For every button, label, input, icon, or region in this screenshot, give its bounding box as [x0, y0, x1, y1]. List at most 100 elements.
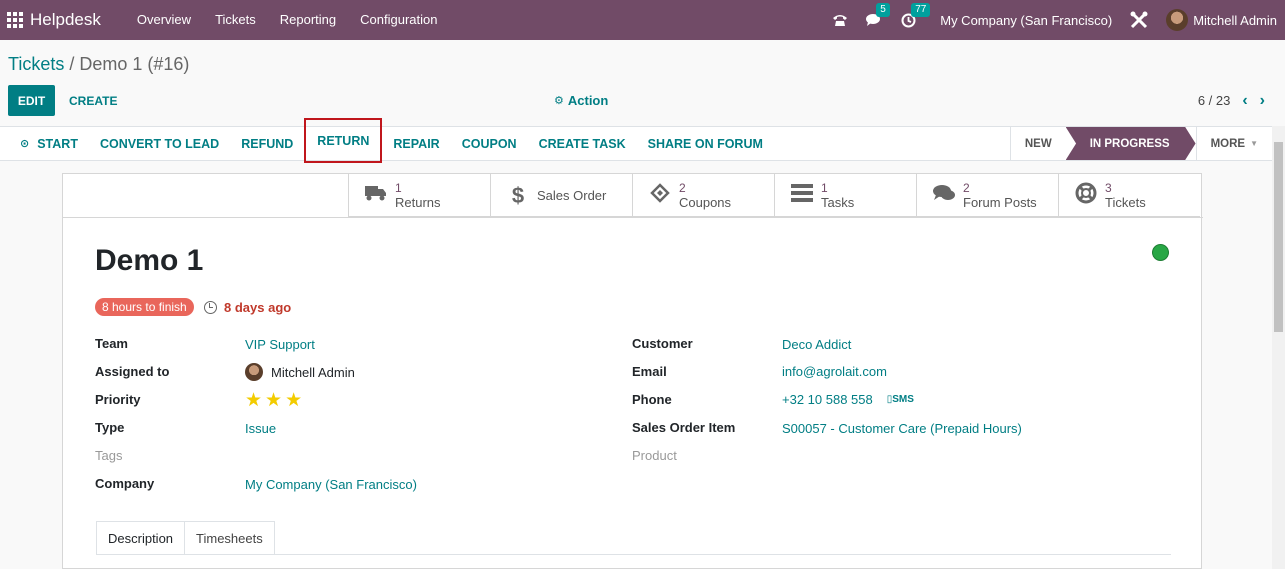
- star-icon[interactable]: ★: [285, 390, 305, 411]
- stage-more-label: MORE: [1210, 137, 1246, 150]
- action-menu[interactable]: ⚙ Action: [554, 85, 608, 116]
- coupon-button[interactable]: COUPON: [451, 126, 528, 161]
- create-button[interactable]: CREATE: [69, 85, 117, 116]
- menu-tickets[interactable]: Tickets: [203, 0, 268, 40]
- sms-label: SMS: [892, 394, 914, 405]
- phone-icon[interactable]: [832, 13, 848, 27]
- sms-button[interactable]: ▯SMS: [887, 394, 914, 405]
- priority-label: Priority: [95, 392, 141, 407]
- smart-buttons: 1 Returns $ Sales Order 2 Coupons 1 Tasks 2…: [348, 174, 1200, 217]
- main-menu: Overview Tickets Reporting Configuration: [125, 0, 450, 40]
- comments-icon: [931, 184, 957, 207]
- breadcrumb-tickets[interactable]: Tickets: [8, 54, 64, 74]
- breadcrumb-separator: /: [64, 54, 80, 74]
- company-switcher[interactable]: My Company (San Francisco): [940, 13, 1112, 28]
- stage-more[interactable]: MORE ▼: [1195, 127, 1272, 160]
- forum-posts-smart-button[interactable]: 2 Forum Posts: [916, 174, 1058, 217]
- type-label: Type: [95, 420, 125, 435]
- start-button[interactable]: ⊙ START: [0, 126, 89, 161]
- kanban-state-indicator[interactable]: [1152, 244, 1169, 261]
- caret-down-icon: ▼: [1250, 139, 1258, 148]
- phone-label: Phone: [632, 392, 672, 407]
- forum-posts-count: 2: [963, 180, 970, 195]
- company-field[interactable]: My Company (San Francisco): [245, 477, 417, 492]
- user-name: Mitchell Admin: [1193, 12, 1277, 28]
- tab-timesheets[interactable]: Timesheets: [185, 521, 275, 554]
- tasks-smart-button[interactable]: 1 Tasks: [774, 174, 916, 217]
- phone-number[interactable]: +32 10 588 558: [782, 392, 873, 407]
- email-field[interactable]: info@agrolait.com: [782, 364, 887, 379]
- tab-underline: [96, 554, 1171, 555]
- messages-badge: 5: [876, 3, 890, 17]
- activities-badge: 77: [911, 2, 931, 17]
- stage-new[interactable]: NEW: [1009, 127, 1066, 160]
- avatar: [1166, 9, 1189, 31]
- truck-icon: [363, 185, 389, 206]
- tools-icon[interactable]: [1130, 11, 1148, 29]
- product-label: Product: [632, 448, 677, 463]
- customer-field[interactable]: Deco Addict: [782, 337, 851, 352]
- create-task-button[interactable]: CREATE TASK: [528, 126, 637, 161]
- priority-stars: ★★★: [245, 389, 305, 412]
- returns-count: 1: [395, 180, 402, 195]
- deadline: 8 days ago: [204, 300, 291, 315]
- action-label: Action: [567, 93, 609, 108]
- deadline-text: 8 days ago: [224, 300, 292, 315]
- pager-previous-icon[interactable]: ‹: [1242, 92, 1247, 110]
- messages-icon[interactable]: 5: [866, 3, 890, 27]
- stage-pipeline: NEW IN PROGRESS MORE ▼: [1009, 127, 1272, 160]
- scrollbar-thumb[interactable]: [1274, 142, 1283, 332]
- form-sheet: 1 Returns $ Sales Order 2 Coupons 1 Tasks 2…: [62, 173, 1203, 569]
- type-field[interactable]: Issue: [245, 421, 276, 436]
- gear-icon: ⚙: [554, 95, 564, 107]
- apps-menu-icon[interactable]: [0, 0, 30, 40]
- tab-description[interactable]: Description: [96, 521, 186, 554]
- sales-order-smart-button[interactable]: $ Sales Order: [490, 174, 632, 217]
- return-button[interactable]: RETURN: [304, 118, 383, 163]
- sales-order-label: Sales Order: [537, 187, 607, 203]
- menu-configuration[interactable]: Configuration: [348, 0, 449, 40]
- phone-field[interactable]: +32 10 588 558 ▯SMS: [782, 392, 914, 407]
- activities-icon[interactable]: 77: [901, 2, 931, 28]
- company-label: Company: [95, 476, 155, 491]
- convert-to-lead-button[interactable]: CONVERT TO LEAD: [89, 126, 230, 161]
- form-statusbar: ⊙ START CONVERT TO LEAD REFUND RETURN RE…: [0, 118, 1272, 163]
- team-field[interactable]: VIP Support: [245, 337, 315, 352]
- pager-next-icon[interactable]: ›: [1260, 92, 1265, 110]
- star-icon[interactable]: ★: [265, 390, 285, 411]
- repair-button[interactable]: REPAIR: [382, 126, 450, 161]
- start-label: START: [37, 136, 78, 151]
- tasks-label: Tasks: [821, 194, 855, 210]
- pager-value[interactable]: 6 / 23: [1198, 93, 1231, 108]
- coupons-count: 2: [679, 180, 686, 195]
- tasks-count: 1: [821, 180, 828, 195]
- tickets-smart-button[interactable]: 3 Tickets: [1058, 174, 1200, 217]
- so-item-field[interactable]: S00057 - Customer Care (Prepaid Hours): [782, 421, 1022, 436]
- user-menu[interactable]: Mitchell Admin: [1166, 9, 1277, 31]
- breadcrumb: Tickets / Demo 1 (#16): [8, 54, 189, 75]
- lifebuoy-icon: [1073, 182, 1099, 209]
- assigned-user: Mitchell Admin: [271, 364, 355, 380]
- so-item-label: Sales Order Item: [632, 420, 736, 435]
- returns-smart-button[interactable]: 1 Returns: [348, 174, 490, 217]
- ticket-title[interactable]: Demo 1: [95, 244, 203, 278]
- coupons-smart-button[interactable]: 2 Coupons: [632, 174, 774, 217]
- stage-in-progress[interactable]: IN PROGRESS: [1065, 127, 1196, 160]
- app-name[interactable]: Helpdesk: [30, 10, 101, 30]
- email-label: Email: [632, 364, 667, 379]
- assigned-field[interactable]: Mitchell Admin: [245, 363, 355, 381]
- team-label: Team: [95, 336, 128, 351]
- share-on-forum-button[interactable]: SHARE ON FORUM: [637, 126, 774, 161]
- sla-badge: 8 hours to finish: [95, 298, 194, 316]
- edit-button[interactable]: EDIT: [8, 85, 55, 116]
- returns-label: Returns: [395, 194, 441, 210]
- refund-button[interactable]: REFUND: [230, 126, 304, 161]
- coupons-label: Coupons: [679, 194, 732, 210]
- ticket-icon: [647, 183, 673, 208]
- star-icon[interactable]: ★: [245, 390, 265, 411]
- menu-reporting[interactable]: Reporting: [268, 0, 348, 40]
- menu-overview[interactable]: Overview: [125, 0, 203, 40]
- pager: 6 / 23 ‹ ›: [1198, 85, 1265, 116]
- page-scrollbar[interactable]: [1272, 126, 1285, 569]
- tickets-count: 3: [1105, 180, 1112, 195]
